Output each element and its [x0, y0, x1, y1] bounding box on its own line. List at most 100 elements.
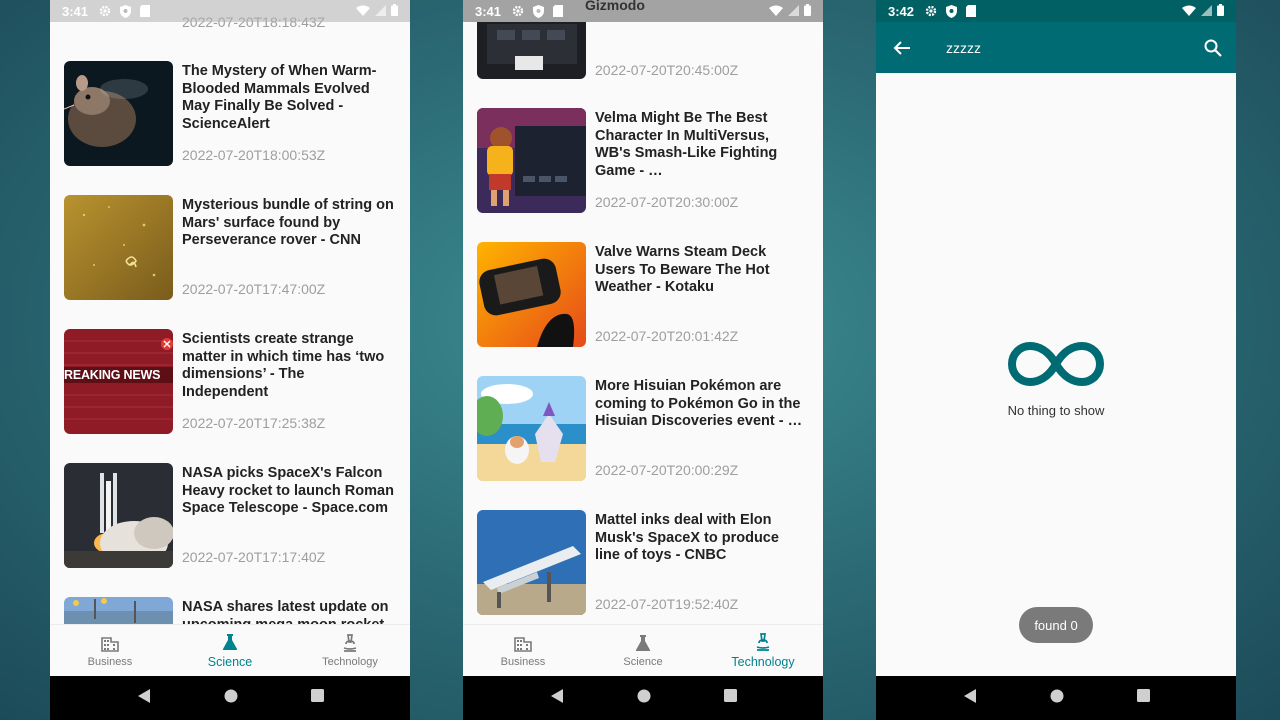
nav-label: Technology	[731, 655, 795, 669]
news-item[interactable]: More Hisuian Pokémon are coming to Pokém…	[477, 376, 813, 482]
nav-tab-science[interactable]: Science	[170, 625, 290, 676]
nav-label: Technology	[322, 656, 378, 668]
article-title: Mysterious bundle of string on Mars' sur…	[182, 197, 394, 248]
wifi-icon	[1182, 4, 1196, 19]
article-title: Scientists create strange matter in whic…	[182, 331, 385, 400]
status-time: 3:42	[888, 3, 915, 19]
article-thumbnail	[64, 597, 173, 624]
nav-label: Business	[500, 656, 546, 668]
battery-icon	[1217, 3, 1224, 19]
infinity-icon	[1007, 341, 1105, 387]
article-source: Gizmodo	[585, 0, 645, 13]
status-bar: 3:41	[50, 0, 410, 22]
wifi-icon	[769, 4, 783, 19]
nav-tab-business[interactable]: Business	[50, 625, 170, 676]
article-thumbnail	[64, 61, 173, 166]
home-circle-icon[interactable]	[224, 689, 238, 708]
nav-label: Science	[207, 655, 253, 669]
signal-icon	[1201, 4, 1212, 19]
recents-square-icon[interactable]	[1136, 689, 1150, 707]
technology-icon	[756, 633, 770, 651]
system-navigation-bar	[876, 676, 1236, 720]
status-bar: 3:42	[876, 0, 1236, 22]
nav-tab-technology[interactable]: Technology	[703, 625, 823, 676]
sim-card-icon	[551, 4, 565, 18]
settings-icon	[924, 4, 938, 18]
shield-icon	[531, 4, 545, 18]
nav-tab-business[interactable]: Business	[463, 625, 583, 676]
signal-icon	[375, 4, 386, 19]
status-time: 3:41	[475, 3, 502, 19]
shield-icon	[944, 4, 958, 18]
article-title: More Hisuian Pokémon are coming to Pokém…	[595, 378, 803, 429]
back-arrow-icon[interactable]	[876, 40, 928, 56]
search-icon[interactable]	[1190, 39, 1236, 57]
settings-icon	[98, 4, 112, 18]
article-title: Velma Might Be The Best Character In Mul…	[595, 110, 778, 179]
news-item[interactable]: Velma Might Be The Best Character In Mul…	[477, 108, 813, 214]
news-item[interactable]: Mattel inks deal with Elon Musk's SpaceX…	[477, 510, 813, 616]
signal-icon	[788, 4, 799, 19]
empty-state: No thing to show	[876, 340, 1236, 418]
search-app-bar: zzzzz	[876, 22, 1236, 73]
back-triangle-icon[interactable]	[550, 688, 564, 709]
news-item[interactable]: The Mystery of When Warm-Blooded Mammals…	[64, 61, 400, 167]
article-date: 2022-07-20T20:01:42Z	[595, 328, 739, 344]
science-icon	[222, 634, 238, 650]
article-title: NASA shares latest update on upcoming me…	[182, 599, 389, 624]
home-circle-icon[interactable]	[637, 689, 651, 708]
article-date: 2022-07-20T18:00:53Z	[182, 147, 326, 163]
news-list[interactable]: 2022-07-20T20:45:00Z Velma Might Be The …	[463, 0, 823, 624]
news-item[interactable]: NASA picks SpaceX's Falcon Heavy rocket …	[64, 463, 400, 569]
back-triangle-icon[interactable]	[963, 688, 977, 709]
nav-label: Business	[87, 656, 133, 668]
back-triangle-icon[interactable]	[137, 688, 151, 709]
article-thumbnail	[64, 463, 173, 568]
sim-card-icon	[138, 4, 152, 18]
science-icon	[635, 635, 651, 651]
article-title: The Mystery of When Warm-Blooded Mammals…	[182, 63, 377, 132]
nav-tab-technology[interactable]: Technology	[290, 625, 410, 676]
status-time: 3:41	[62, 3, 89, 19]
recents-square-icon[interactable]	[310, 689, 324, 707]
article-thumbnail: REAKING NEWS	[64, 329, 173, 434]
phone-search-screen: 3:42 zzzzz No thing to show found 0	[876, 0, 1236, 720]
article-date: 2022-07-20T20:30:00Z	[595, 194, 739, 210]
home-circle-icon[interactable]	[1050, 689, 1064, 708]
news-list[interactable]: 2022-07-20T18:18:43Z The Mystery of When…	[50, 0, 410, 624]
nav-label: Science	[623, 656, 663, 668]
article-thumbnail	[477, 510, 586, 615]
phone-science-screen: 3:41 2022-07-20T18:18:43Z The Mystery of…	[50, 0, 410, 720]
article-date: 2022-07-20T20:45:00Z	[595, 62, 739, 78]
article-title: Valve Warns Steam Deck Users To Beware T…	[595, 244, 770, 295]
article-title: NASA picks SpaceX's Falcon Heavy rocket …	[182, 465, 394, 516]
article-thumbnail	[477, 242, 586, 347]
article-thumbnail	[64, 195, 173, 300]
shield-icon	[118, 4, 132, 18]
article-date: 2022-07-20T17:47:00Z	[182, 281, 326, 297]
system-navigation-bar	[463, 676, 823, 720]
technology-icon	[343, 634, 357, 652]
news-item[interactable]: REAKING NEWS Scientists create strange m…	[64, 329, 400, 435]
battery-icon	[804, 3, 811, 19]
status-bar: 3:41 Gizmodo	[463, 0, 823, 22]
search-query[interactable]: zzzzz	[946, 40, 1190, 56]
thumbnail-caption: REAKING NEWS	[64, 368, 161, 382]
found-count-badge: found 0	[1019, 607, 1093, 643]
business-icon	[514, 637, 532, 652]
nav-tab-science[interactable]: Science	[583, 625, 703, 676]
bottom-navigation: Business Science Technology	[463, 624, 823, 676]
news-item[interactable]: Valve Warns Steam Deck Users To Beware T…	[477, 242, 813, 348]
recents-square-icon[interactable]	[723, 689, 737, 707]
article-date: 2022-07-20T17:17:40Z	[182, 549, 326, 565]
article-date: 2022-07-20T19:52:40Z	[595, 596, 739, 612]
business-icon	[101, 637, 119, 652]
sim-card-icon	[964, 4, 978, 18]
article-date: 2022-07-20T20:00:29Z	[595, 462, 739, 478]
article-thumbnail	[477, 376, 586, 481]
news-item[interactable]: NASA shares latest update on upcoming me…	[64, 597, 400, 624]
news-item[interactable]: Mysterious bundle of string on Mars' sur…	[64, 195, 400, 301]
empty-message: No thing to show	[1007, 403, 1105, 418]
system-navigation-bar	[50, 676, 410, 720]
article-title: Mattel inks deal with Elon Musk's SpaceX…	[595, 512, 779, 563]
